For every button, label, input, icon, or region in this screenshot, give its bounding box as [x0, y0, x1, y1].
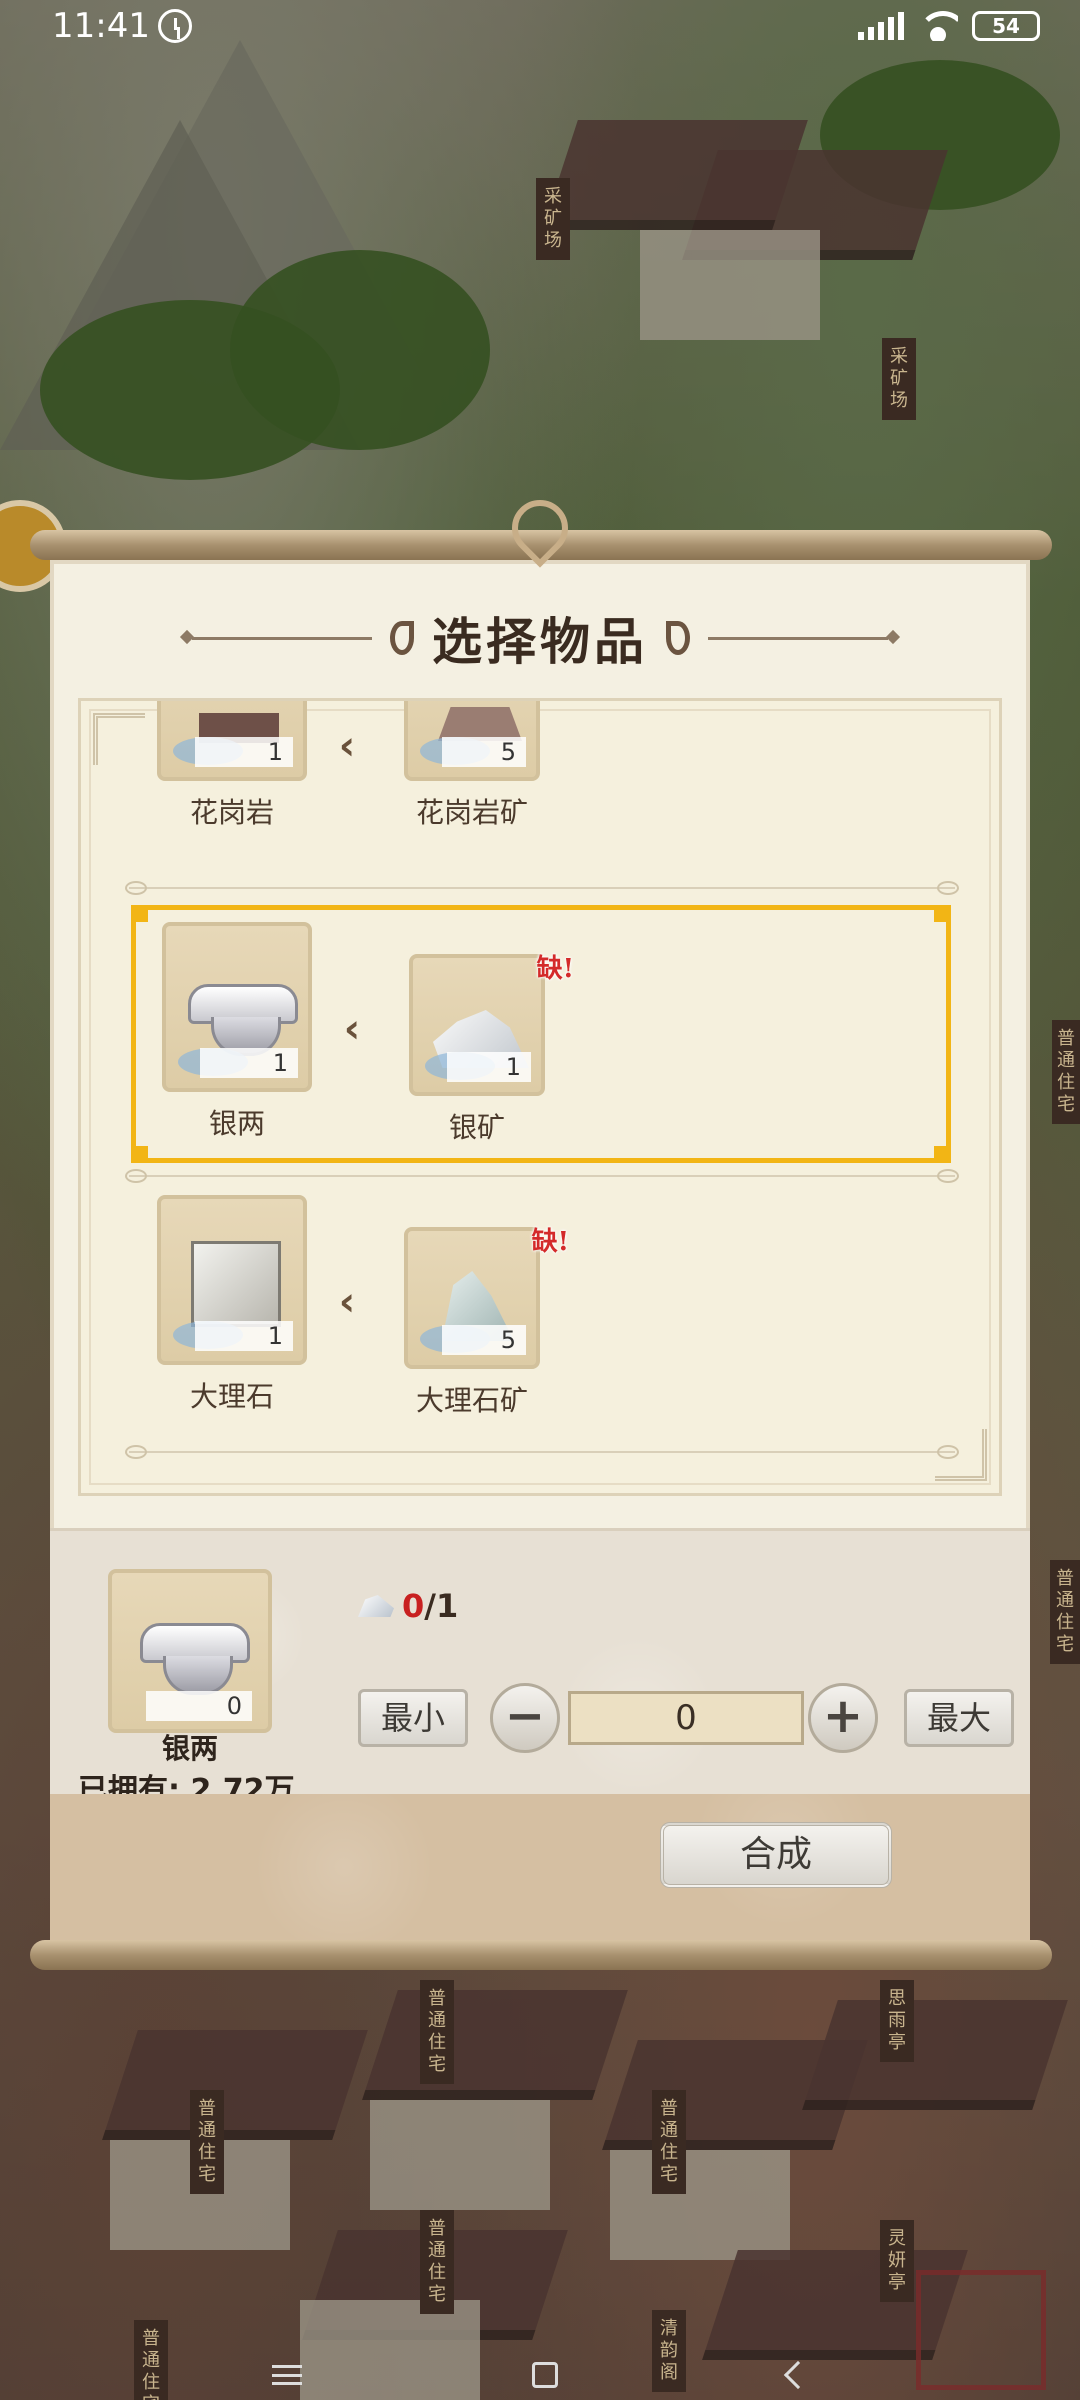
building-sign: 普通住宅	[420, 1980, 454, 2084]
dialog-footer: 合成	[50, 1794, 1030, 1940]
quantity-input[interactable]: 0	[568, 1691, 804, 1745]
item-name: 花岗岩	[189, 796, 274, 829]
building-sign: 采矿场	[536, 178, 570, 260]
row-divider	[125, 1169, 959, 1183]
requirement-have: 0	[402, 1587, 425, 1625]
item-count: 1	[447, 1052, 531, 1082]
selected-item-count: 0	[146, 1691, 252, 1721]
building-sign: 普通住宅	[652, 2090, 686, 2194]
item-card: 1	[162, 922, 312, 1092]
row-divider	[125, 881, 959, 895]
material-slot[interactable]: 5 花岗岩矿	[397, 701, 547, 831]
recipe-row-granite[interactable]: 1 花岗岩 ‹ 5 花岗岩矿	[131, 701, 951, 831]
item-count: 1	[200, 1048, 298, 1078]
shortage-badge: 缺!	[531, 1227, 569, 1257]
craft-panel: 0 银两 已拥有: 2.72万 0 /1 最小 − 0 + 最大	[50, 1528, 1030, 1808]
selection-corner	[934, 906, 950, 922]
recipe-row-silver[interactable]: 1 银两 ‹ 1 银矿 缺!	[131, 905, 951, 1163]
shortage-badge: 缺!	[536, 954, 574, 984]
selection-corner	[934, 1146, 950, 1162]
building-sign: 普通住宅	[190, 2090, 224, 2194]
item-count: 5	[442, 737, 526, 767]
recipe-row-marble[interactable]: 1 大理石 ‹ 5 大理石矿 缺!	[131, 1185, 951, 1443]
product-slot[interactable]: 1 大理石	[157, 1195, 307, 1415]
building-sign: 采矿场	[882, 338, 916, 420]
silver-ingot-icon	[140, 1623, 250, 1695]
arrow-left-icon: ‹	[338, 1279, 356, 1325]
wifi-icon	[918, 11, 958, 41]
building-sign: 思雨亭	[880, 1980, 914, 2062]
material-slot[interactable]: 5 大理石矿 缺!	[397, 1227, 569, 1419]
granite-ore-icon	[438, 707, 522, 741]
dialog-header: 选择物品	[50, 598, 1030, 678]
system-nav-bar	[0, 2350, 1080, 2400]
arrow-left-icon: ‹	[343, 1006, 361, 1052]
back-icon[interactable]	[783, 2360, 813, 2390]
product-slot[interactable]: 1 银两	[162, 922, 312, 1142]
home-icon[interactable]	[532, 2362, 558, 2388]
increase-button[interactable]: +	[808, 1683, 878, 1753]
title-ornament-line	[192, 636, 372, 640]
item-card: 1	[157, 1195, 307, 1365]
item-name: 花岗岩矿	[415, 796, 528, 829]
item-card: 1	[157, 701, 307, 781]
battery-icon: 54	[972, 11, 1040, 41]
craft-button[interactable]: 合成	[660, 1822, 892, 1888]
item-count: 5	[442, 1325, 526, 1355]
material-requirement: 0 /1	[358, 1587, 458, 1625]
signal-icon	[858, 12, 904, 40]
product-slot[interactable]: 1 花岗岩	[157, 701, 307, 831]
selection-corner	[132, 1146, 148, 1162]
selected-item-name: 银两	[161, 1732, 218, 1765]
dialog-title: 选择物品	[432, 612, 648, 671]
building-sign: 灵妍亭	[880, 2220, 914, 2302]
recipe-list[interactable]: 1 花岗岩 ‹ 5 花岗岩矿 1 银两 ‹ 1 银矿 缺! 1 大理石 ‹ 5 …	[78, 698, 1002, 1496]
arrow-left-icon: ‹	[338, 723, 356, 769]
marble-icon	[191, 1241, 281, 1327]
decrease-button[interactable]: −	[490, 1683, 560, 1753]
title-ornament-icon	[390, 621, 414, 655]
item-name: 银两	[208, 1107, 265, 1140]
building-sign: 普通住宅	[420, 2210, 454, 2314]
scroll-bottom-rod	[30, 1940, 1052, 1970]
item-name: 大理石	[189, 1380, 274, 1413]
silver-ingot-icon	[188, 984, 298, 1056]
row-divider	[125, 1445, 959, 1459]
item-card: 5	[404, 701, 540, 781]
min-button[interactable]: 最小	[358, 1689, 468, 1747]
item-count: 1	[195, 737, 293, 767]
building-sign: 普通住宅	[1050, 1560, 1080, 1664]
select-item-dialog: 选择物品 1 花岗岩 ‹ 5 花岗岩矿 1 银两 ‹ 1 银矿 缺! 1 大理石…	[50, 560, 1030, 1940]
material-slot[interactable]: 1 银矿 缺!	[402, 954, 574, 1146]
status-bar: 11:41 54	[0, 0, 1080, 52]
item-card: 5	[404, 1227, 540, 1369]
item-name: 大理石矿	[415, 1384, 528, 1417]
status-time: 11:41	[52, 6, 150, 46]
selection-corner	[132, 906, 148, 922]
item-count: 1	[195, 1321, 293, 1351]
selected-item-card: 0	[108, 1569, 272, 1733]
item-card: 1	[409, 954, 545, 1096]
requirement-need: /1	[424, 1587, 459, 1625]
recent-apps-icon[interactable]	[272, 2365, 302, 2385]
item-name: 银矿	[448, 1111, 505, 1144]
title-ornament-line	[708, 636, 888, 640]
silver-ore-icon	[358, 1595, 394, 1617]
building-sign: 普通住宅	[1052, 1020, 1080, 1124]
title-ornament-icon	[666, 621, 690, 655]
alarm-icon	[157, 9, 192, 43]
max-button[interactable]: 最大	[904, 1689, 1014, 1747]
